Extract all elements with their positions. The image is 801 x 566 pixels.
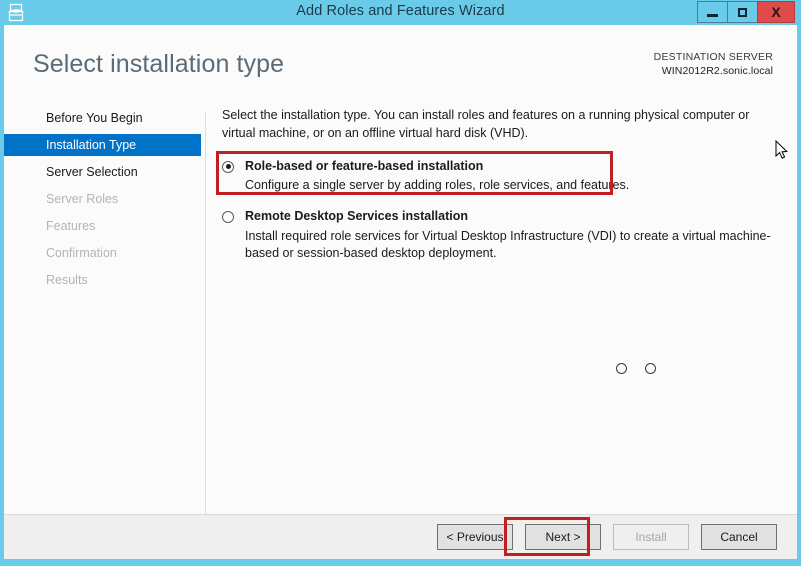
sidebar-item-installation-type[interactable]: Installation Type <box>4 134 201 156</box>
installation-type-options: Role-based or feature-based installation… <box>222 159 782 264</box>
window-title: Add Roles and Features Wizard <box>296 3 505 19</box>
option-role-based[interactable]: Role-based or feature-based installation… <box>222 159 782 195</box>
window-controls: X <box>697 1 795 23</box>
next-button[interactable]: Next > <box>525 524 601 550</box>
option-remote-desktop-services-title: Remote Desktop Services installation <box>245 208 468 223</box>
destination-server-block: DESTINATION SERVER WIN2012R2.sonic.local <box>654 51 773 79</box>
option-remote-desktop-services[interactable]: Remote Desktop Services installation Ins… <box>222 209 782 263</box>
page-title: Select installation type <box>33 50 285 78</box>
radio-remote-desktop-services-icon[interactable] <box>222 210 234 223</box>
option-role-based-description: Configure a single server by adding role… <box>245 178 630 193</box>
circle-icon <box>616 363 627 374</box>
close-button[interactable]: X <box>757 1 795 23</box>
option-role-based-title: Role-based or feature-based installation <box>245 158 484 173</box>
radio-role-based-icon[interactable] <box>222 160 234 173</box>
destination-server-label: DESTINATION SERVER <box>653 51 773 63</box>
page-header: Select installation type DESTINATION SER… <box>4 25 797 97</box>
minimize-button[interactable] <box>697 1 728 23</box>
circle-icon <box>645 363 656 374</box>
sidebar-item-confirmation: Confirmation <box>46 246 117 260</box>
window-body: Select installation type DESTINATION SER… <box>4 25 797 559</box>
main-content: Select the installation type. You can in… <box>222 107 782 263</box>
title-bar: Add Roles and Features Wizard X <box>0 0 801 25</box>
wizard-window: Add Roles and Features Wizard X Select i… <box>0 0 801 566</box>
maximize-button[interactable] <box>727 1 758 23</box>
sidebar-item-features: Features <box>46 219 96 233</box>
minimize-icon <box>707 13 718 17</box>
decorative-dots <box>616 363 658 375</box>
previous-button[interactable]: < Previous <box>437 524 513 550</box>
sidebar-item-server-selection[interactable]: Server Selection <box>4 161 201 183</box>
sidebar-divider <box>205 113 206 519</box>
sidebar-item-server-roles: Server Roles <box>46 192 119 206</box>
cancel-button[interactable]: Cancel <box>701 524 777 550</box>
sidebar-item-before-you-begin[interactable]: Before You Begin <box>4 107 201 129</box>
destination-server-value: WIN2012R2.sonic.local <box>661 64 773 77</box>
maximize-icon <box>738 7 747 17</box>
option-remote-desktop-services-description: Install required role services for Virtu… <box>245 228 771 261</box>
footer-button-row: < Previous Next > Install Cancel <box>437 524 777 550</box>
sidebar-item-results: Results <box>46 273 88 287</box>
wizard-steps-sidebar: Before You Begin Installation Type Serve… <box>4 107 201 527</box>
intro-text: Select the installation type. You can in… <box>222 108 750 140</box>
wizard-footer: < Previous Next > Install Cancel <box>4 514 797 559</box>
install-button: Install <box>613 524 689 550</box>
